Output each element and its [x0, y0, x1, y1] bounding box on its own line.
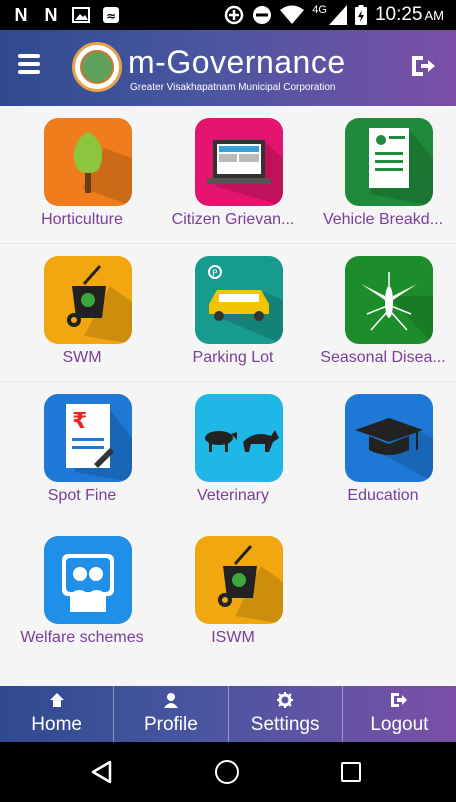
tile-welfare-schemes[interactable]: Welfare schemes	[7, 524, 157, 662]
nav-settings[interactable]: Settings	[229, 686, 343, 742]
grid-row: SWM P Parking Lot Seasonal Disea...	[0, 244, 456, 382]
notification-icons: N N ≈	[10, 4, 122, 26]
tile-label: Veterinary	[196, 487, 270, 504]
document-icon	[345, 118, 433, 206]
system-status-icons: 4G 10:25 AM	[224, 4, 444, 26]
tile-label: ISWM	[211, 629, 255, 646]
clock: 10:25 AM	[374, 4, 444, 25]
nav-profile[interactable]: Profile	[114, 686, 229, 742]
svg-text:P: P	[212, 269, 218, 279]
tile-label: SWM	[62, 349, 102, 366]
logout-icon	[391, 693, 408, 707]
signal-icon	[328, 5, 347, 25]
nav-label: Profile	[143, 714, 198, 735]
animals-icon	[195, 394, 283, 482]
tile-label: Education	[347, 487, 419, 504]
mosquito-icon	[345, 256, 433, 344]
tile-label: Horticulture	[41, 211, 123, 228]
tile-label: Citizen Grievan...	[171, 211, 295, 228]
tile-education[interactable]: Education	[308, 382, 456, 520]
nav-label: Home	[31, 714, 82, 735]
app-title: m-Governance	[128, 44, 346, 80]
app-subtitle: Greater Visakhapatnam Municipal Corporat…	[130, 82, 336, 93]
tile-vehicle-breakdown[interactable]: Vehicle Breakd...	[308, 106, 456, 244]
bottom-nav: Home Profile Settings Logout	[0, 686, 456, 742]
n-notification-icon: N	[14, 4, 28, 25]
system-nav-bar	[0, 742, 456, 802]
tile-horticulture[interactable]: Horticulture	[7, 106, 157, 244]
home-icon	[49, 693, 64, 707]
exit-icon[interactable]	[410, 54, 436, 78]
cast-icon: ≈	[100, 4, 122, 26]
network-type: 4G	[312, 4, 327, 16]
car-icon: P	[195, 256, 283, 344]
gvmc-logo	[72, 42, 122, 92]
do-not-disturb-icon	[253, 6, 272, 24]
grid-row: ₹ Spot Fine Veterinary Education	[0, 382, 456, 524]
nav-label: Settings	[250, 714, 320, 735]
welfare-icon	[44, 536, 132, 624]
svg-text:₹: ₹	[72, 409, 87, 434]
tree-icon	[44, 118, 132, 206]
tile-label: Vehicle Breakd...	[322, 211, 444, 228]
services-grid: Horticulture Citizen Grievan... Vehicle …	[0, 106, 456, 686]
app-header: m-Governance Greater Visakhapatnam Munic…	[0, 30, 456, 106]
nav-home[interactable]: Home	[0, 686, 115, 742]
tile-veterinary[interactable]: Veterinary	[158, 382, 308, 520]
tile-iswm[interactable]: ISWM	[158, 524, 308, 662]
grid-row: Horticulture Citizen Grievan... Vehicle …	[0, 106, 456, 244]
tile-parking-lot[interactable]: P Parking Lot	[158, 244, 308, 382]
home-circle-icon[interactable]	[215, 760, 239, 784]
tile-label: Seasonal Disea...	[320, 349, 446, 366]
menu-icon[interactable]	[18, 54, 40, 76]
data-saver-icon	[225, 5, 244, 25]
recents-icon[interactable]	[341, 762, 361, 782]
nav-logout[interactable]: Logout	[343, 686, 456, 742]
n-notification-icon: N	[44, 4, 58, 25]
tile-label: Parking Lot	[192, 349, 274, 366]
graduation-cap-icon	[345, 394, 433, 482]
laptop-icon	[195, 118, 283, 206]
waste-bin-icon	[44, 256, 132, 344]
tile-label: Spot Fine	[47, 487, 117, 504]
gear-icon	[277, 692, 294, 708]
rupee-bill-icon: ₹	[44, 394, 132, 482]
image-icon	[70, 4, 92, 26]
svg-text:≈: ≈	[106, 9, 116, 23]
person-icon	[163, 693, 178, 708]
nav-label: Logout	[370, 714, 429, 735]
tile-spot-fine[interactable]: ₹ Spot Fine	[7, 382, 157, 520]
grid-row: Welfare schemes ISWM	[0, 524, 456, 674]
tile-swm[interactable]: SWM	[7, 244, 157, 382]
tile-seasonal-diseases[interactable]: Seasonal Disea...	[308, 244, 456, 382]
status-bar: N N ≈ 4G 10:25 AM	[0, 0, 456, 30]
back-icon[interactable]	[90, 760, 112, 784]
tile-label: Welfare schemes	[20, 629, 144, 646]
battery-icon	[354, 5, 367, 25]
tile-citizen-grievance[interactable]: Citizen Grievan...	[158, 106, 308, 244]
waste-bin-icon	[195, 536, 283, 624]
wifi-icon	[280, 5, 305, 24]
